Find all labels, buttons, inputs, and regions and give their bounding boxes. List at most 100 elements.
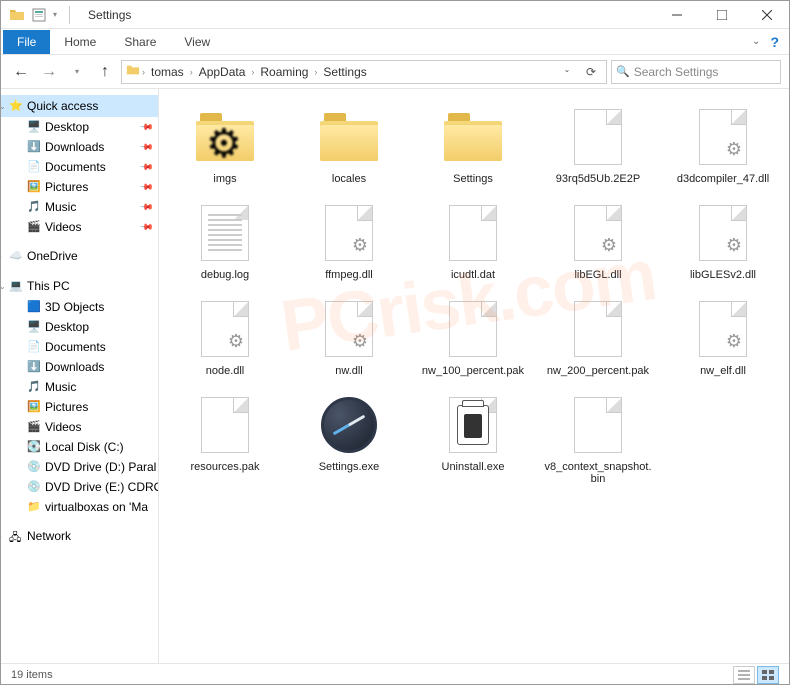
- sidebar-item[interactable]: 🎵Music📌: [1, 197, 158, 217]
- chevron-down-icon[interactable]: ⌄: [1, 102, 6, 111]
- file-thumbnail: [441, 105, 505, 169]
- file-item[interactable]: nw_100_percent.pak: [415, 293, 531, 381]
- chevron-right-icon[interactable]: ›: [251, 67, 254, 77]
- item-icon: 🎬: [27, 420, 41, 434]
- sidebar-item[interactable]: 💿DVD Drive (E:) CDRO: [1, 477, 158, 497]
- qat-chevron-icon[interactable]: ▾: [53, 10, 57, 19]
- sidebar-item[interactable]: 🎵Music: [1, 377, 158, 397]
- sidebar-this-pc[interactable]: ⌄ 💻 This PC: [1, 275, 158, 297]
- file-thumbnail: [441, 201, 505, 265]
- file-item[interactable]: ⚙nw.dll: [291, 293, 407, 381]
- tab-share[interactable]: Share: [110, 30, 170, 54]
- properties-icon[interactable]: [31, 7, 47, 23]
- sidebar-item[interactable]: 💽Local Disk (C:): [1, 437, 158, 457]
- file-item[interactable]: 93rq5d5Ub.2E2P: [539, 101, 657, 189]
- sidebar-onedrive[interactable]: › ☁️ OneDrive: [1, 245, 158, 267]
- file-item[interactable]: locales: [291, 101, 407, 189]
- tab-home[interactable]: Home: [50, 30, 110, 54]
- forward-button[interactable]: →: [37, 60, 61, 84]
- file-label: 93rq5d5Ub.2E2P: [556, 173, 640, 185]
- icons-view-button[interactable]: [757, 666, 779, 684]
- sidebar: ⌄ ⭐ Quick access 🖥️Desktop📌⬇️Downloads📌📄…: [1, 89, 159, 663]
- file-label: node.dll: [206, 365, 245, 377]
- file-thumbnail: [317, 393, 381, 457]
- up-button[interactable]: ↑: [93, 60, 117, 84]
- address-box[interactable]: › tomas › AppData › Roaming › Settings ⌄…: [121, 60, 607, 84]
- file-item[interactable]: debug.log: [167, 197, 283, 285]
- file-item[interactable]: ⚙ imgs: [167, 101, 283, 189]
- sidebar-item[interactable]: 🖥️Desktop: [1, 317, 158, 337]
- pin-icon: 📌: [139, 219, 155, 235]
- file-item[interactable]: ⚙ffmpeg.dll: [291, 197, 407, 285]
- file-item[interactable]: icudtl.dat: [415, 197, 531, 285]
- details-view-button[interactable]: [733, 666, 755, 684]
- close-button[interactable]: [744, 1, 789, 29]
- file-item[interactable]: ⚙ node.dll: [167, 293, 283, 381]
- tab-view[interactable]: View: [170, 30, 224, 54]
- network-icon: 🖧: [9, 529, 23, 543]
- sidebar-item[interactable]: 💿DVD Drive (D:) Paral: [1, 457, 158, 477]
- file-thumbnail: [566, 297, 630, 361]
- chevron-right-icon[interactable]: ›: [1, 252, 2, 261]
- pin-icon: 📌: [139, 199, 155, 215]
- back-button[interactable]: ←: [9, 60, 33, 84]
- pc-icon: 💻: [9, 279, 23, 293]
- sidebar-item[interactable]: ⬇️Downloads: [1, 357, 158, 377]
- sidebar-item[interactable]: 🎬Videos📌: [1, 217, 158, 237]
- file-item[interactable]: ⚙d3dcompiler_47.dll: [665, 101, 781, 189]
- search-input[interactable]: 🔍 Search Settings: [611, 60, 781, 84]
- chevron-right-icon[interactable]: ›: [142, 67, 145, 77]
- breadcrumb[interactable]: Roaming: [256, 65, 312, 79]
- help-icon[interactable]: ?: [770, 34, 789, 50]
- address-dropdown-icon[interactable]: ⌄: [556, 65, 578, 79]
- refresh-icon[interactable]: ⟳: [580, 65, 602, 79]
- file-view[interactable]: ⚙ imgs locales Settings 93rq5d5Ub.2E2P ⚙d3dco…: [159, 89, 789, 663]
- expand-ribbon-icon[interactable]: ⌄: [752, 36, 770, 47]
- chevron-right-icon[interactable]: ›: [190, 67, 193, 77]
- file-label: Settings: [453, 173, 493, 185]
- breadcrumb[interactable]: Settings: [319, 65, 370, 79]
- sidebar-item[interactable]: 📄Documents📌: [1, 157, 158, 177]
- chevron-right-icon[interactable]: ›: [1, 532, 2, 541]
- breadcrumb[interactable]: tomas: [147, 65, 188, 79]
- file-item[interactable]: nw_200_percent.pak: [539, 293, 657, 381]
- chevron-right-icon[interactable]: ›: [314, 67, 317, 77]
- sidebar-network[interactable]: › 🖧 Network: [1, 525, 158, 547]
- file-label: imgs: [213, 173, 236, 185]
- file-item[interactable]: ⚙nw_elf.dll: [665, 293, 781, 381]
- maximize-button[interactable]: [699, 1, 744, 29]
- sidebar-item[interactable]: 🟦3D Objects: [1, 297, 158, 317]
- file-item[interactable]: resources.pak: [167, 389, 283, 489]
- file-thumbnail: ⚙: [317, 201, 381, 265]
- file-thumbnail: ⚙: [193, 297, 257, 361]
- file-item[interactable]: Settings: [415, 101, 531, 189]
- pin-icon: 📌: [139, 139, 155, 155]
- file-item[interactable]: v8_context_snapshot.bin: [539, 389, 657, 489]
- file-item[interactable]: ⚙libGLESv2.dll: [665, 197, 781, 285]
- sidebar-item[interactable]: ⬇️Downloads📌: [1, 137, 158, 157]
- file-label: debug.log: [201, 269, 249, 281]
- file-thumbnail: ⚙: [691, 105, 755, 169]
- sidebar-item[interactable]: 🖼️Pictures📌: [1, 177, 158, 197]
- sidebar-item[interactable]: 📄Documents: [1, 337, 158, 357]
- sidebar-item[interactable]: 🎬Videos: [1, 417, 158, 437]
- breadcrumb[interactable]: AppData: [195, 65, 250, 79]
- file-thumbnail: [193, 393, 257, 457]
- item-icon: 💽: [27, 440, 41, 454]
- cloud-icon: ☁️: [9, 249, 23, 263]
- minimize-button[interactable]: [654, 1, 699, 29]
- recent-locations-button[interactable]: ▾: [65, 60, 89, 84]
- file-item[interactable]: Settings.exe: [291, 389, 407, 489]
- chevron-down-icon[interactable]: ⌄: [1, 282, 6, 291]
- sidebar-quick-access[interactable]: ⌄ ⭐ Quick access: [1, 95, 158, 117]
- file-label: Settings.exe: [319, 461, 380, 473]
- file-item[interactable]: ⚙libEGL.dll: [539, 197, 657, 285]
- sidebar-item[interactable]: 📁virtualboxas on 'Ma: [1, 497, 158, 517]
- sidebar-item[interactable]: 🖥️Desktop📌: [1, 117, 158, 137]
- sidebar-item[interactable]: 🖼️Pictures: [1, 397, 158, 417]
- file-label: locales: [332, 173, 366, 185]
- file-item[interactable]: Uninstall.exe: [415, 389, 531, 489]
- file-thumbnail: ⚙: [193, 105, 257, 169]
- file-tab[interactable]: File: [3, 30, 50, 54]
- file-label: nw_200_percent.pak: [547, 365, 649, 377]
